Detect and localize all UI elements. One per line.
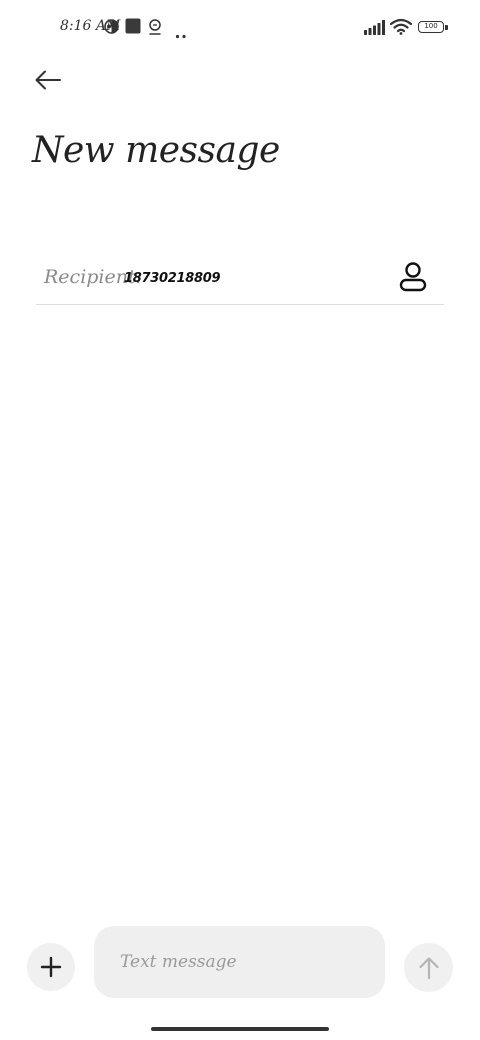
recipient-value[interactable]: 18730218809 — [124, 271, 221, 286]
new-message-screen: 8:16 AM 100 New message Recipient: 18730… — [0, 0, 480, 1040]
recipient-field[interactable]: Recipient: 18730218809 — [36, 250, 444, 305]
person-icon — [399, 262, 427, 292]
add-attachment-button[interactable] — [27, 943, 75, 991]
location-icon — [148, 19, 162, 39]
square-app-icon — [125, 18, 141, 38]
arrow-left-icon — [35, 70, 61, 90]
status-bar: 8:16 AM 100 — [0, 0, 480, 54]
plus-icon — [40, 956, 62, 978]
more-dots-icon — [175, 24, 187, 43]
page-title: New message — [32, 130, 280, 171]
signal-icon — [364, 20, 386, 39]
battery-icon: 100 — [418, 21, 444, 33]
message-input[interactable] — [120, 946, 360, 978]
arrow-up-icon — [418, 956, 439, 979]
message-input-container[interactable] — [94, 926, 385, 998]
wifi-icon — [389, 18, 413, 39]
send-button[interactable] — [404, 943, 453, 992]
theme-icon — [104, 19, 119, 38]
battery-tip — [445, 25, 448, 30]
home-indicator[interactable] — [151, 1027, 329, 1031]
back-button[interactable] — [26, 58, 70, 102]
contact-picker-button[interactable] — [396, 260, 430, 294]
